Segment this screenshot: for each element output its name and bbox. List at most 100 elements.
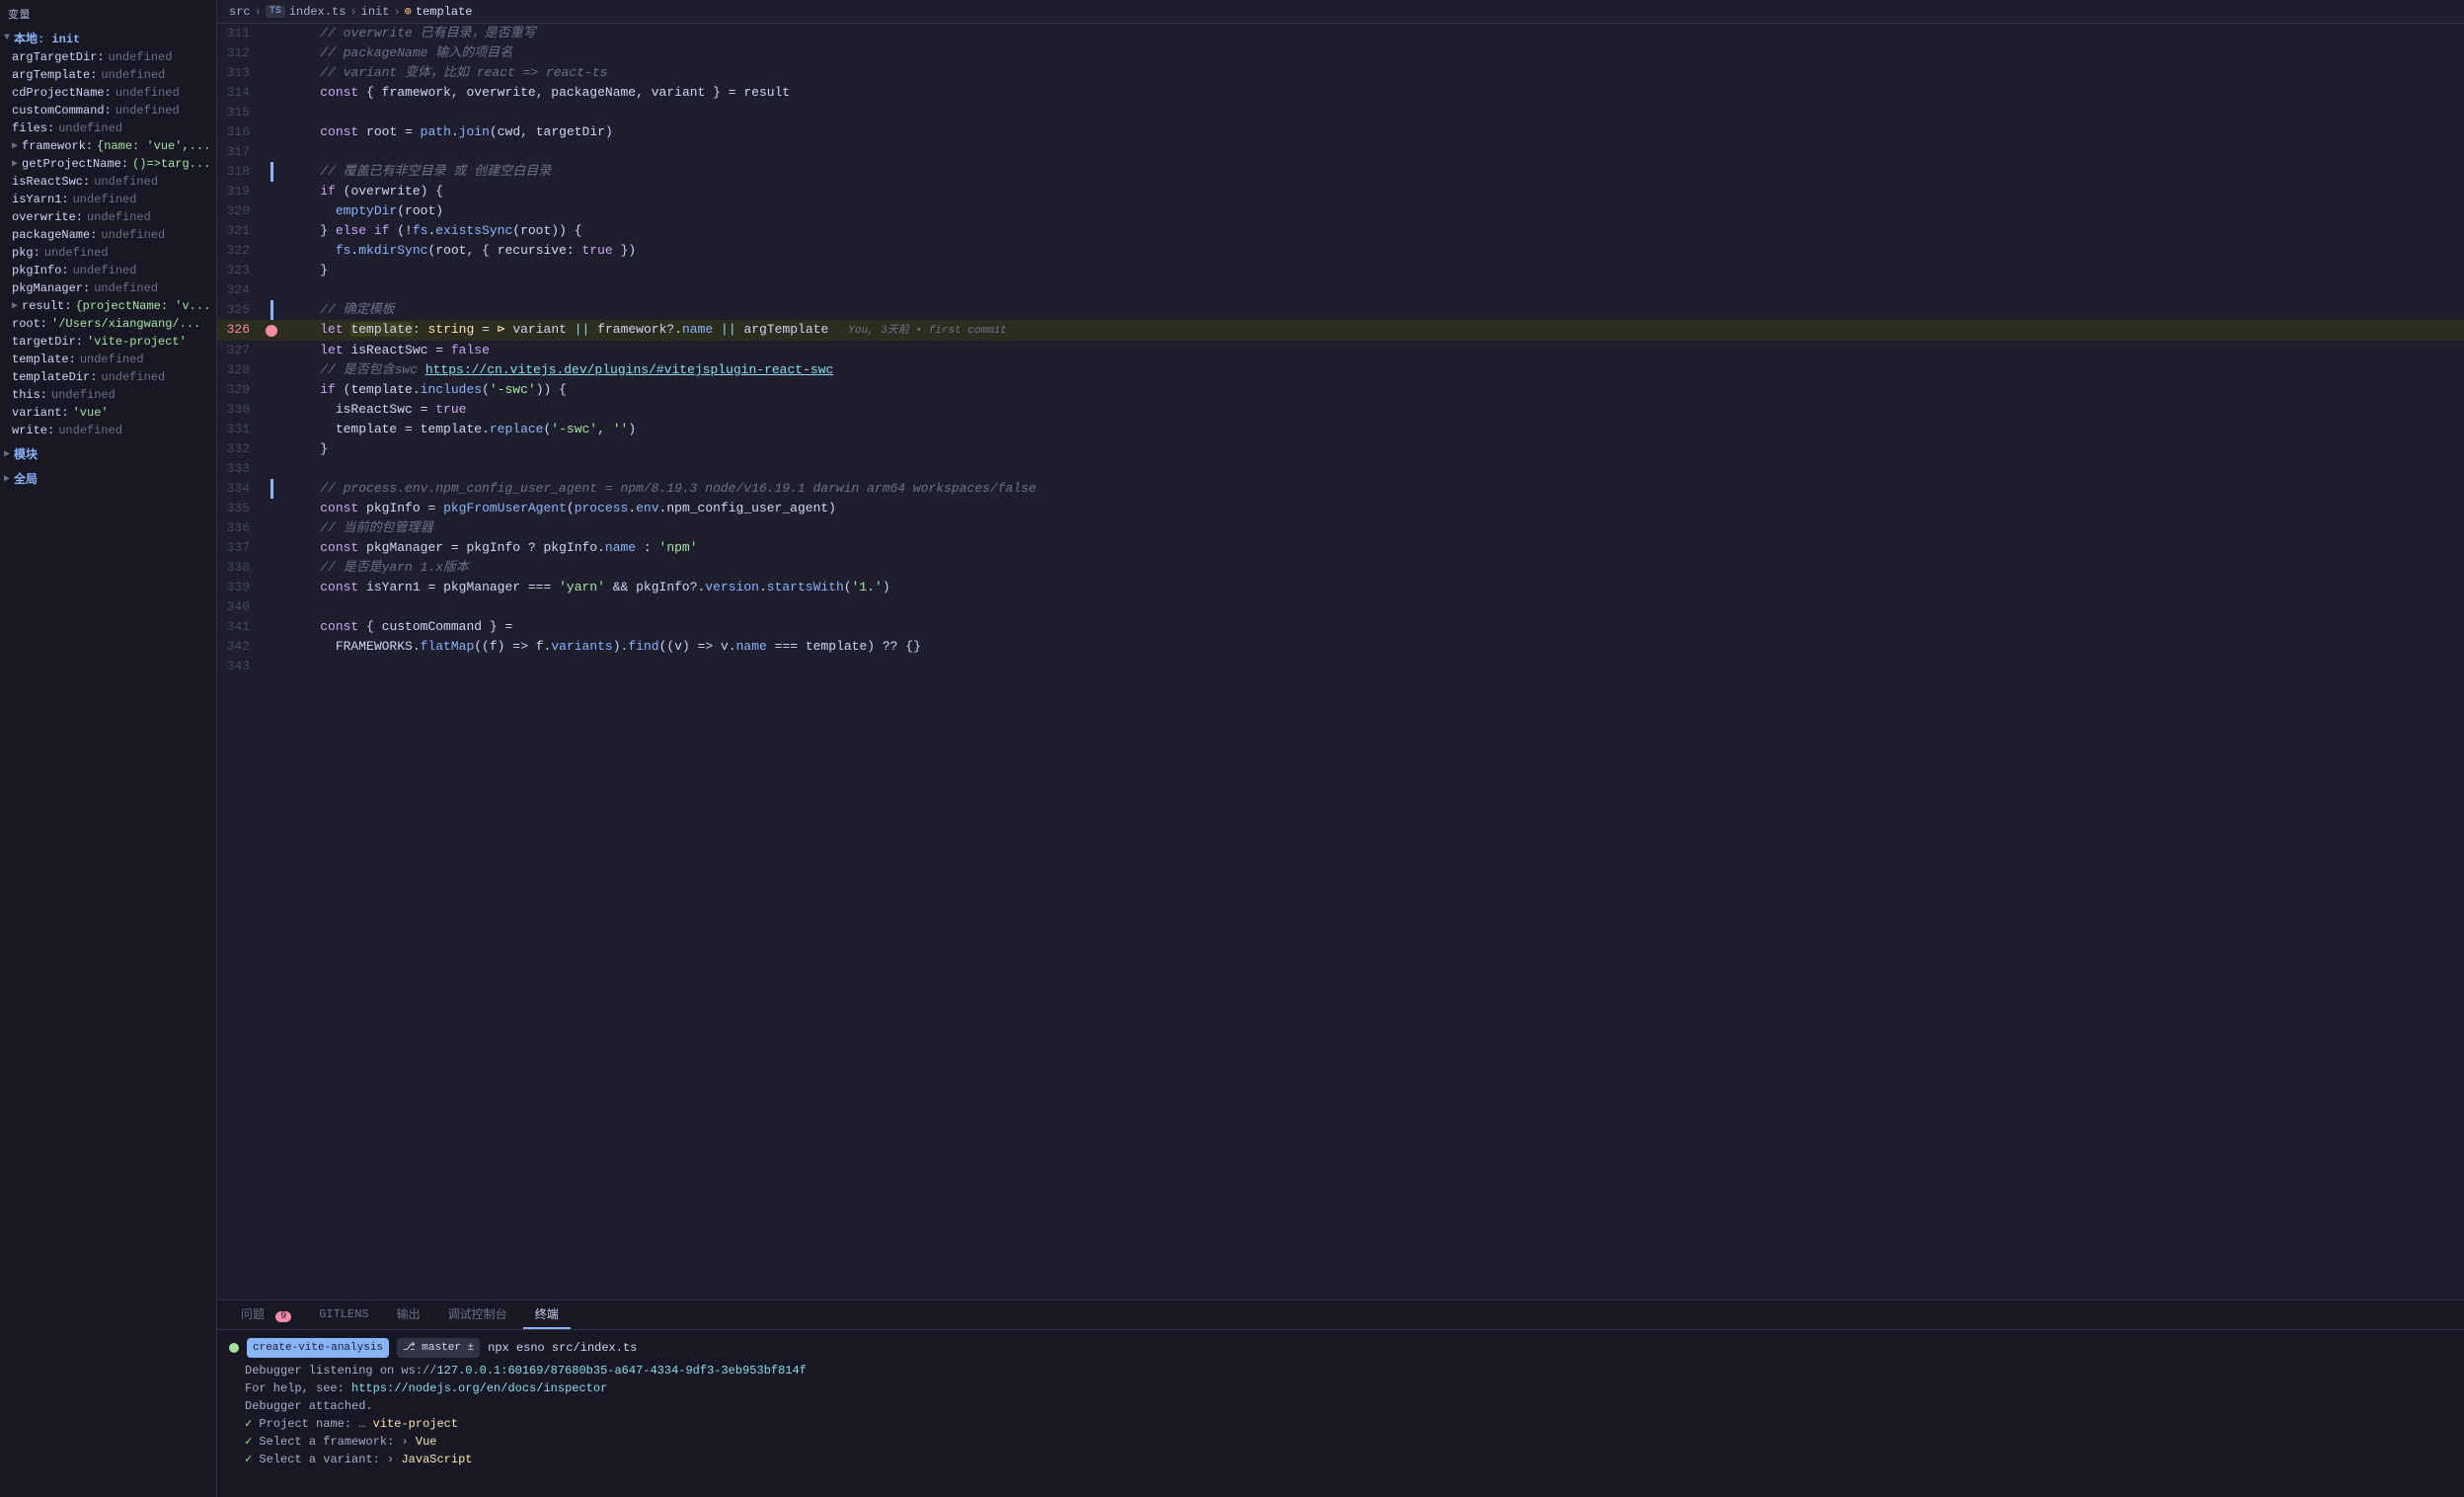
code-line-339: 339 const isYarn1 = pkgManager === 'yarn… bbox=[217, 578, 2464, 597]
terminal-directory: create-vite-analysis bbox=[247, 1338, 389, 1358]
breadcrumb-template-icon: ⊕ bbox=[405, 4, 412, 19]
breadcrumb-sep1: › bbox=[255, 5, 262, 19]
terminal-output-line-2: For help, see: https://nodejs.org/en/doc… bbox=[229, 1379, 2452, 1397]
terminal-prompt-line: create-vite-analysis ⎇ master ± npx esno… bbox=[229, 1338, 2452, 1358]
sidebar-item-variant[interactable]: variant: 'vue' bbox=[0, 404, 216, 422]
panel-tabs: 问题 9 GITLENS 输出 调试控制台 终端 bbox=[217, 1300, 2464, 1330]
terminal-status-dot bbox=[229, 1343, 239, 1353]
sidebar-group-local-header[interactable]: ▼ 本地: init bbox=[0, 28, 216, 48]
sidebar-item-this[interactable]: this: undefined bbox=[0, 386, 216, 404]
sidebar-item-pkgManager[interactable]: pkgManager: undefined bbox=[0, 279, 216, 297]
breadcrumb-ts-badge: TS bbox=[266, 5, 285, 18]
code-line-329: 329 if (template.includes('-swc')) { bbox=[217, 380, 2464, 400]
tab-terminal[interactable]: 终端 bbox=[523, 1300, 571, 1329]
code-line-314: 314 const { framework, overwrite, packag… bbox=[217, 83, 2464, 103]
tab-gitlens[interactable]: GITLENS bbox=[307, 1302, 380, 1328]
tab-debug-console[interactable]: 调试控制台 bbox=[436, 1300, 519, 1329]
chevron-right-icon: ▶ bbox=[12, 300, 18, 312]
breadcrumb-sep3: › bbox=[393, 5, 400, 19]
breadcrumb-src: src bbox=[229, 5, 251, 19]
code-line-331: 331 template = template.replace('-swc', … bbox=[217, 420, 2464, 439]
sidebar-item-write[interactable]: write: undefined bbox=[0, 422, 216, 439]
terminal-content[interactable]: create-vite-analysis ⎇ master ± npx esno… bbox=[217, 1330, 2464, 1497]
code-line-341: 341 const { customCommand } = bbox=[217, 617, 2464, 637]
breadcrumb: src › TS index.ts › init › ⊕ template bbox=[217, 0, 2464, 24]
sidebar-item-pkgInfo[interactable]: pkgInfo: undefined bbox=[0, 262, 216, 279]
terminal-output-line-3: Debugger attached. bbox=[229, 1397, 2452, 1415]
terminal-branch: ⎇ master ± bbox=[397, 1338, 480, 1358]
code-line-337: 337 const pkgManager = pkgInfo ? pkgInfo… bbox=[217, 538, 2464, 558]
sidebar-group-local: ▼ 本地: init argTargetDir: undefined argTe… bbox=[0, 26, 216, 441]
code-line-343: 343 bbox=[217, 657, 2464, 676]
code-area: 311 // overwrite 已有目录，是否重写 312 // packag… bbox=[217, 24, 2464, 676]
sidebar-item-pkg[interactable]: pkg: undefined bbox=[0, 244, 216, 262]
terminal-command: npx esno src/index.ts bbox=[488, 1339, 637, 1357]
code-line-340: 340 bbox=[217, 597, 2464, 617]
code-line-327: 327 let isReactSwc = false bbox=[217, 341, 2464, 360]
code-line-325: 325 // 确定模板 bbox=[217, 300, 2464, 320]
chevron-right-icon: ▶ bbox=[12, 140, 18, 152]
sidebar-group-globals: ▶ 全局 bbox=[0, 466, 216, 491]
sidebar-item-template[interactable]: template: undefined bbox=[0, 351, 216, 368]
code-line-328: 328 // 是否包含swc https://cn.vitejs.dev/plu… bbox=[217, 360, 2464, 380]
code-line-318: 318 // 覆盖已有非空目录 或 创建空白目录 bbox=[217, 162, 2464, 182]
code-line-313: 313 // variant 变体，比如 react => react-ts bbox=[217, 63, 2464, 83]
breadcrumb-index: index.ts bbox=[289, 5, 346, 19]
sidebar-item-argTemplate[interactable]: argTemplate: undefined bbox=[0, 66, 216, 84]
sidebar-item-targetDir[interactable]: targetDir: 'vite-project' bbox=[0, 333, 216, 351]
code-line-332: 332 } bbox=[217, 439, 2464, 459]
sidebar-item-result[interactable]: ▶ result: {projectName: 'v... bbox=[0, 297, 216, 315]
sidebar-item-getProjectName[interactable]: ▶ getProjectName: ()=>targ... bbox=[0, 155, 216, 173]
chevron-right-icon: ▶ bbox=[4, 473, 10, 485]
code-line-335: 335 const pkgInfo = pkgFromUserAgent(pro… bbox=[217, 499, 2464, 518]
code-line-323: 323 } bbox=[217, 261, 2464, 280]
sidebar: 变量 ▼ 本地: init argTargetDir: undefined ar… bbox=[0, 0, 217, 1497]
chevron-right-icon: ▶ bbox=[4, 448, 10, 460]
main-content: src › TS index.ts › init › ⊕ template 31… bbox=[217, 0, 2464, 1497]
breadcrumb-sep2: › bbox=[349, 5, 356, 19]
breakpoint-indicator bbox=[266, 325, 277, 337]
sidebar-item-packageName[interactable]: packageName: undefined bbox=[0, 226, 216, 244]
sidebar-item-isYarn1[interactable]: isYarn1: undefined bbox=[0, 191, 216, 208]
bottom-panel: 问题 9 GITLENS 输出 调试控制台 终端 create-vite-ana… bbox=[217, 1300, 2464, 1497]
code-line-317: 317 bbox=[217, 142, 2464, 162]
tab-problems[interactable]: 问题 9 bbox=[229, 1300, 303, 1329]
sidebar-item-framework[interactable]: ▶ framework: {name: 'vue',... bbox=[0, 137, 216, 155]
sidebar-item-customCommand[interactable]: customCommand: undefined bbox=[0, 102, 216, 119]
chevron-down-icon: ▼ bbox=[4, 33, 10, 43]
terminal-output-line-6: ✓ Select a variant: › JavaScript bbox=[229, 1451, 2452, 1468]
sidebar-item-isReactSwc[interactable]: isReactSwc: undefined bbox=[0, 173, 216, 191]
sidebar-item-cdProjectName[interactable]: cdProjectName: undefined bbox=[0, 84, 216, 102]
sidebar-item-root[interactable]: root: '/Users/xiangwang/... bbox=[0, 315, 216, 333]
sidebar-group-modules-header[interactable]: ▶ 模块 bbox=[0, 443, 216, 464]
problems-badge: 9 bbox=[275, 1311, 291, 1322]
breadcrumb-init: init bbox=[361, 5, 390, 19]
code-line-311: 311 // overwrite 已有目录，是否重写 bbox=[217, 24, 2464, 43]
terminal-output-line-1: Debugger listening on ws://127.0.0.1:601… bbox=[229, 1362, 2452, 1379]
sidebar-item-argTargetDir[interactable]: argTargetDir: undefined bbox=[0, 48, 216, 66]
chevron-right-icon: ▶ bbox=[12, 158, 18, 170]
code-line-321: 321 } else if (!fs.existsSync(root)) { bbox=[217, 221, 2464, 241]
terminal-output-line-4: ✓ Project name: … vite-project bbox=[229, 1415, 2452, 1433]
code-editor[interactable]: 311 // overwrite 已有目录，是否重写 312 // packag… bbox=[217, 24, 2464, 1300]
sidebar-item-templateDir[interactable]: templateDir: undefined bbox=[0, 368, 216, 386]
code-line-330: 330 isReactSwc = true bbox=[217, 400, 2464, 420]
code-line-333: 333 bbox=[217, 459, 2464, 479]
sidebar-section-variables: 变量 bbox=[0, 0, 216, 26]
code-line-315: 315 bbox=[217, 103, 2464, 122]
terminal-output-line-5: ✓ Select a framework: › Vue bbox=[229, 1433, 2452, 1451]
code-line-320: 320 emptyDir(root) bbox=[217, 201, 2464, 221]
sidebar-group-globals-header[interactable]: ▶ 全局 bbox=[0, 468, 216, 489]
code-line-322: 322 fs.mkdirSync(root, { recursive: true… bbox=[217, 241, 2464, 261]
tab-output[interactable]: 输出 bbox=[385, 1300, 432, 1329]
breadcrumb-template: template bbox=[416, 5, 473, 19]
code-line-336: 336 // 当前的包管理器 bbox=[217, 518, 2464, 538]
code-line-326: 326 let template: string = ⊳ variant || … bbox=[217, 320, 2464, 341]
code-line-324: 324 bbox=[217, 280, 2464, 300]
sidebar-item-files[interactable]: files: undefined bbox=[0, 119, 216, 137]
code-line-342: 342 FRAMEWORKS.flatMap((f) => f.variants… bbox=[217, 637, 2464, 657]
code-line-316: 316 const root = path.join(cwd, targetDi… bbox=[217, 122, 2464, 142]
sidebar-item-overwrite[interactable]: overwrite: undefined bbox=[0, 208, 216, 226]
code-line-319: 319 if (overwrite) { bbox=[217, 182, 2464, 201]
code-line-338: 338 // 是否是yarn 1.x版本 bbox=[217, 558, 2464, 578]
